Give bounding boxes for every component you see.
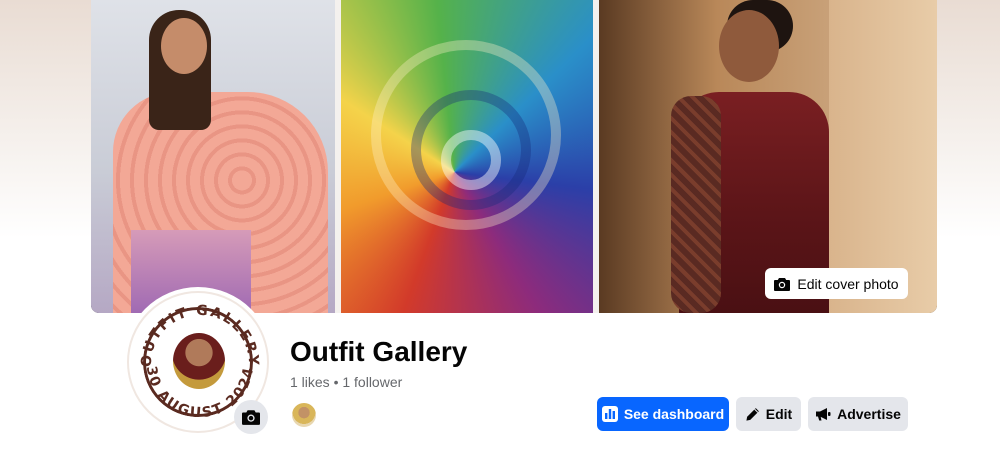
- camera-icon: [242, 409, 260, 425]
- advertise-button[interactable]: Advertise: [808, 397, 908, 431]
- cover-image-lehenga-model: [599, 0, 937, 313]
- bar-chart-icon: [601, 406, 618, 422]
- see-dashboard-button[interactable]: See dashboard: [597, 397, 729, 431]
- page-title[interactable]: Outfit Gallery: [290, 336, 467, 368]
- logo-text-top: OUTFIT GALLERY: [139, 303, 262, 368]
- page-stats[interactable]: 1 likes • 1 follower: [290, 374, 402, 390]
- cover-photo[interactable]: [91, 0, 937, 313]
- edit-page-button[interactable]: Edit: [736, 397, 801, 431]
- pencil-icon: [745, 407, 760, 422]
- see-dashboard-label: See dashboard: [623, 406, 725, 422]
- cover-image-fabric: [341, 0, 593, 313]
- camera-icon: [774, 277, 791, 291]
- edit-cover-photo-button[interactable]: Edit cover photo: [765, 268, 908, 299]
- follower-avatar[interactable]: [290, 401, 318, 429]
- edit-cover-photo-label: Edit cover photo: [797, 275, 899, 292]
- megaphone-icon: [815, 407, 831, 421]
- advertise-label: Advertise: [837, 406, 901, 422]
- cover-image-saree-model: [91, 0, 335, 313]
- update-profile-picture-button[interactable]: [234, 400, 268, 434]
- edit-label: Edit: [765, 406, 793, 422]
